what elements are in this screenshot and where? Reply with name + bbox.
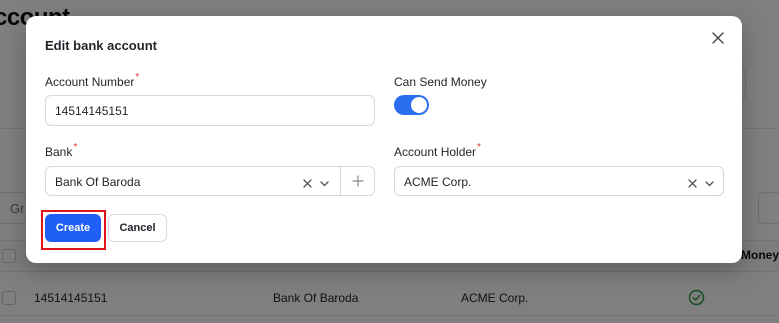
close-icon[interactable] [710,30,726,46]
required-marker: * [135,72,140,83]
add-bank-button[interactable] [340,167,375,195]
chevron-down-icon[interactable] [704,176,715,187]
required-marker: * [477,142,481,153]
account-number-label: Account Number* [45,72,140,89]
bank-label: Bank* [45,142,78,159]
bank-select[interactable]: Bank Of Baroda [45,166,375,196]
dialog-title: Edit bank account [45,38,157,53]
account-number-input[interactable] [45,95,375,126]
account-holder-select-value: ACME Corp. [404,175,472,189]
cancel-button[interactable]: Cancel [108,214,167,242]
account-holder-select[interactable]: ACME Corp. [394,166,724,196]
edit-bank-account-dialog: Edit bank account Account Number* Can Se… [26,16,742,263]
toggle-knob [411,97,427,113]
required-marker: * [73,142,78,153]
account-holder-label-text: Account Holder [394,145,477,159]
account-holder-label: Account Holder* [394,142,481,159]
chevron-down-icon[interactable] [319,176,330,187]
clear-icon[interactable] [302,176,313,188]
create-button[interactable]: Create [45,214,101,242]
account-number-label-text: Account Number [45,75,135,89]
clear-icon[interactable] [687,176,698,188]
bank-select-value: Bank Of Baroda [55,175,141,189]
bank-label-text: Bank [45,145,73,159]
can-send-money-toggle[interactable] [394,95,429,115]
can-send-money-label: Can Send Money [394,75,487,89]
plus-icon [352,175,364,187]
